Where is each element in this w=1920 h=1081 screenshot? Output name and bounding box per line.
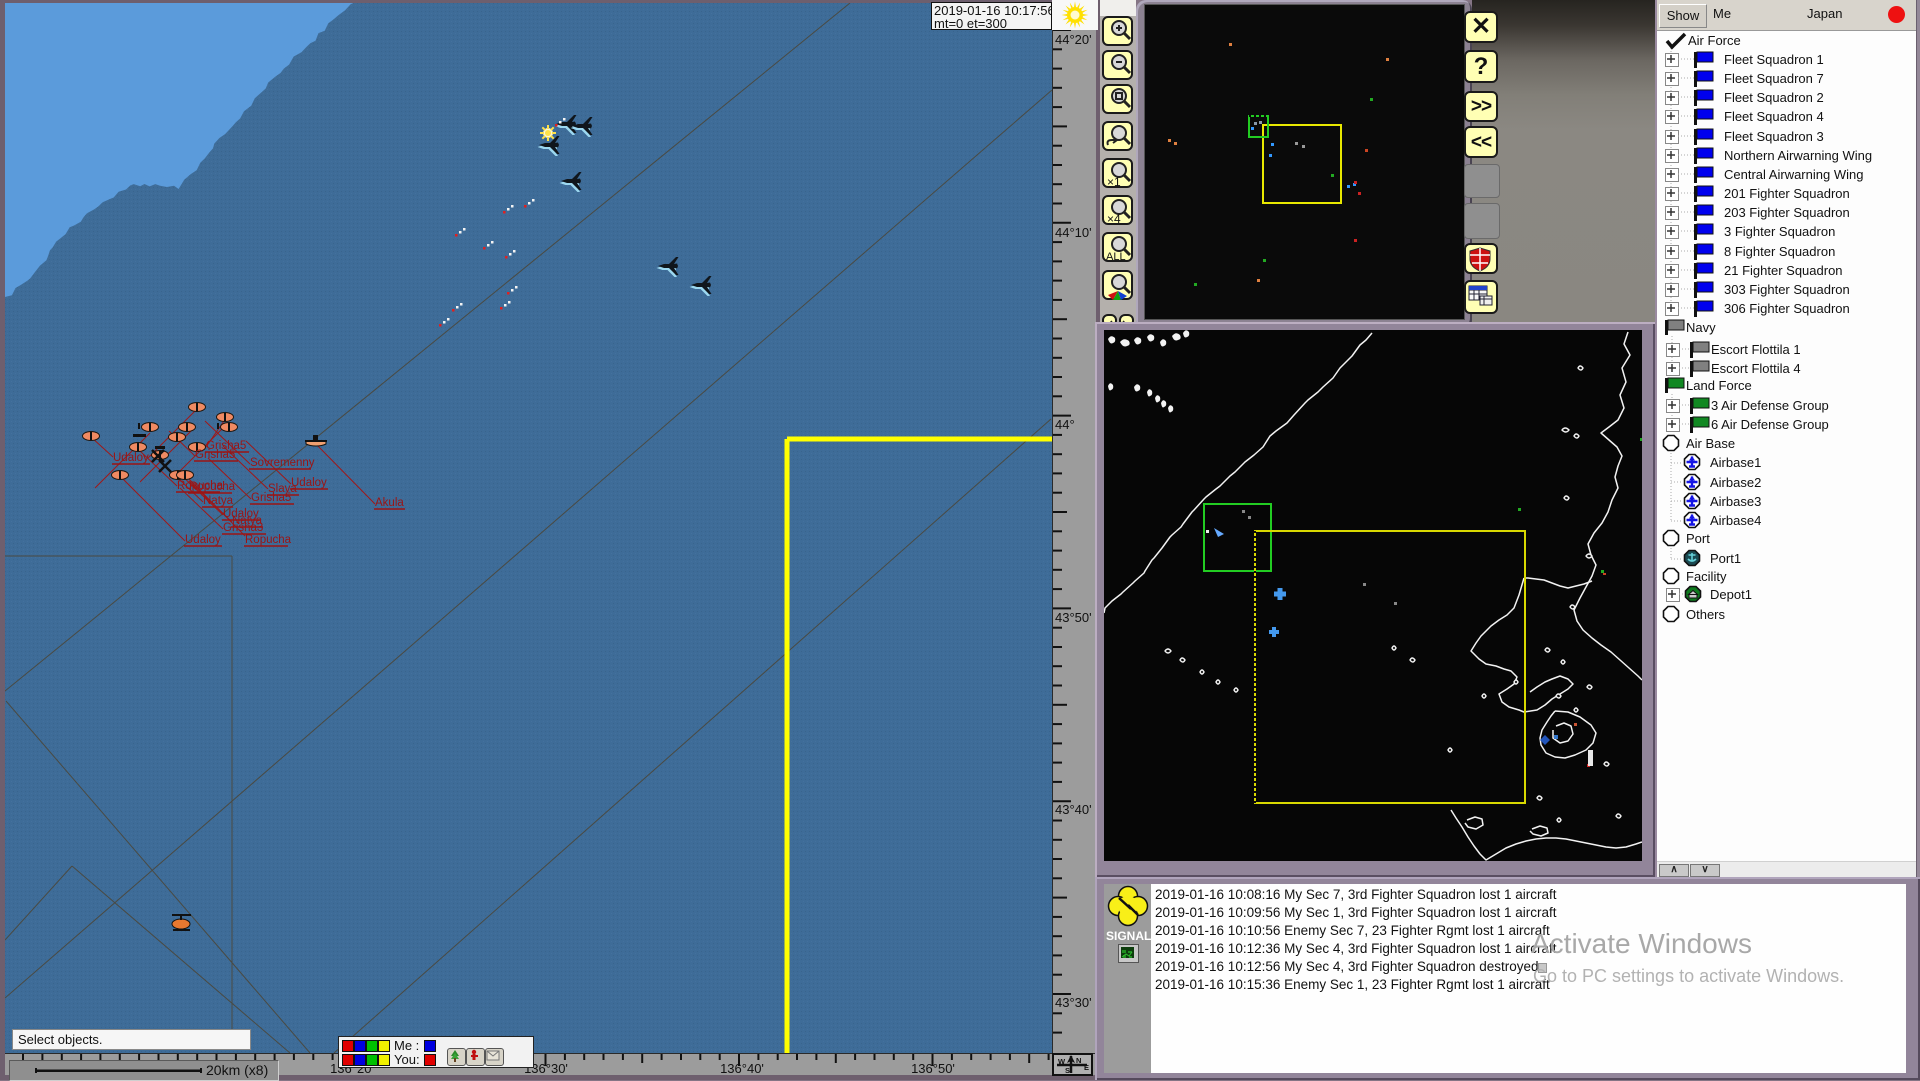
- svg-text:ALL: ALL: [1106, 251, 1126, 262]
- svg-text:Grisha3: Grisha3: [223, 522, 263, 534]
- svg-text:Sovremenny: Sovremenny: [250, 457, 315, 469]
- svg-text:Udaloy: Udaloy: [185, 534, 221, 546]
- svg-text:Grisha5: Grisha5: [195, 449, 235, 461]
- svg-text:Ropucha: Ropucha: [189, 481, 236, 493]
- svg-text:×4: ×4: [1107, 212, 1121, 225]
- svg-text:W: W: [1058, 1057, 1066, 1066]
- svg-text:Ropucha: Ropucha: [245, 534, 292, 546]
- svg-text:E: E: [1084, 1063, 1089, 1072]
- svg-text:43°40': 43°40': [1055, 802, 1092, 817]
- svg-text:N: N: [1076, 1056, 1081, 1065]
- svg-text:Grisha5: Grisha5: [251, 492, 291, 504]
- svg-text:Akula: Akula: [375, 497, 404, 509]
- svg-text:136°50': 136°50': [911, 1061, 955, 1076]
- svg-text:44°20': 44°20': [1055, 32, 1092, 47]
- svg-text:Natya: Natya: [203, 495, 234, 507]
- svg-text:136°40': 136°40': [720, 1061, 764, 1076]
- svg-text:44°10': 44°10': [1055, 225, 1092, 240]
- svg-text:S: S: [1065, 1066, 1070, 1074]
- svg-text:43°30': 43°30': [1055, 995, 1092, 1010]
- svg-text:44°: 44°: [1055, 417, 1075, 432]
- svg-text:43°50': 43°50': [1055, 610, 1092, 625]
- svg-text:×1: ×1: [1107, 175, 1121, 188]
- svg-text:Udaloy: Udaloy: [113, 452, 149, 464]
- svg-text:Udaloy: Udaloy: [291, 477, 327, 489]
